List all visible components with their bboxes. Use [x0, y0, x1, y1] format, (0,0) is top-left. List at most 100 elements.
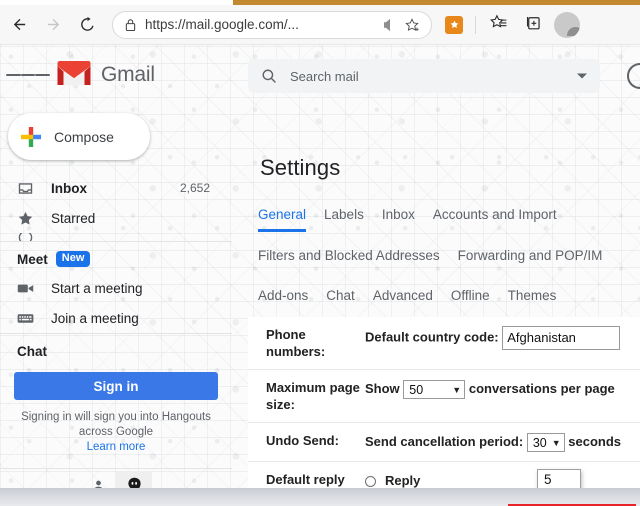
gmail-brand-text: Gmail: [101, 63, 155, 86]
chat-section: Chat Sign in Signing in will sign you in…: [0, 337, 232, 455]
conversations-per-page-label: conversations per page: [468, 381, 615, 396]
sidebar-item-label: Starred: [51, 210, 96, 226]
undo-send-label: Undo Send:: [266, 433, 339, 448]
tab-offline[interactable]: Offline: [451, 284, 490, 313]
settings-tabs: General Labels Inbox Accounts and Import…: [258, 203, 640, 313]
setting-row-phone-numbers: Phone numbers: Default country code: Afg…: [248, 317, 640, 370]
favorite-star-icon[interactable]: [401, 17, 423, 33]
url-text: https://mail.google.com/...: [145, 17, 299, 32]
maximum-page-size-body: Show 50 ▼ conversations per page: [365, 379, 640, 400]
settings-panel: Settings General Labels Inbox Accounts a…: [248, 105, 640, 506]
star-icon: [17, 210, 51, 227]
plus-icon: [8, 126, 54, 148]
radio-reply[interactable]: [365, 475, 376, 487]
tab-inbox[interactable]: Inbox: [382, 203, 415, 232]
back-arrow-icon: [11, 16, 28, 33]
left-sidebar: Compose Inbox 2,652 Starred Meet New Sta…: [0, 105, 232, 506]
gmail-logo[interactable]: Gmail: [54, 58, 155, 93]
sidebar-item-label: Join a meeting: [51, 310, 139, 326]
chat-learn-more-link[interactable]: Learn more: [87, 441, 146, 453]
gmail-logo-icon: [54, 58, 94, 93]
reload-icon: [79, 16, 96, 33]
search-input[interactable]: Search mail: [290, 69, 564, 84]
chevron-down-icon[interactable]: [564, 70, 600, 82]
gmail-page: Gmail Search mail Compose Inbox 2,652 St…: [0, 45, 640, 506]
sidebar-item-join-a-meeting[interactable]: Join a meeting: [0, 303, 232, 333]
signin-note-line1: Signing in will sign you into Hangouts: [21, 411, 211, 423]
setting-row-maximum-page-size: Maximum page size: Show 50 ▼ conversatio…: [248, 370, 640, 423]
tab-themes[interactable]: Themes: [508, 284, 557, 313]
compose-label: Compose: [54, 128, 114, 145]
sidebar-item-label: Start a meeting: [51, 280, 143, 296]
seconds-label: seconds: [568, 434, 622, 449]
show-prefix-label: Show: [365, 381, 400, 396]
inbox-icon: [17, 180, 51, 197]
page-title: Settings: [260, 155, 341, 180]
compose-button[interactable]: Compose: [8, 113, 150, 160]
settings-tab-row-2: Filters and Blocked Addresses Forwarding…: [258, 244, 640, 273]
sidebar-item-start-a-meeting[interactable]: Start a meeting: [0, 273, 232, 303]
tab-labels[interactable]: Labels: [324, 203, 364, 232]
favorites-list-icon: [489, 13, 508, 37]
video-camera-icon: [17, 282, 51, 295]
sidebar-item-inbox[interactable]: Inbox 2,652: [0, 173, 232, 203]
favorites-button[interactable]: [485, 12, 511, 38]
sidebar-item-starred[interactable]: Starred: [0, 203, 232, 233]
settings-tab-row-3: Add-ons Chat Advanced Offline Themes: [258, 284, 640, 313]
meet-title: Meet: [17, 251, 48, 267]
sidebar-divider-2: [0, 333, 232, 334]
signin-note-line2: across Google: [78, 426, 154, 438]
mailbox-nav-list: Inbox 2,652 Starred: [0, 173, 232, 242]
send-cancellation-period-value: 30: [532, 435, 547, 450]
sidebar-divider-1: [0, 241, 232, 242]
toolbar-divider: [475, 15, 476, 34]
dropdown-option-5[interactable]: 5: [538, 470, 580, 490]
tab-accounts-and-import[interactable]: Accounts and Import: [433, 203, 557, 232]
collections-icon: [524, 13, 543, 37]
tab-chat[interactable]: Chat: [326, 284, 355, 313]
settings-tab-row-1: General Labels Inbox Accounts and Import: [258, 203, 640, 234]
maximum-page-size-label: Maximum page size:: [266, 380, 360, 412]
back-button[interactable]: [4, 10, 34, 40]
chat-sign-in-button[interactable]: Sign in: [14, 372, 218, 400]
default-country-code-label: Default country code:: [365, 329, 499, 345]
send-cancellation-period-select[interactable]: 30 ▼: [526, 433, 565, 453]
browser-toolbar: https://mail.google.com/...: [0, 5, 640, 45]
meet-section: Meet New Start a meeting Join a meeting: [0, 245, 232, 333]
chevron-down-icon: ▼: [452, 384, 462, 395]
forward-button[interactable]: [38, 10, 68, 40]
extension-star-icon: [445, 15, 463, 34]
chat-header: Chat: [0, 337, 232, 365]
page-size-select[interactable]: 50 ▼: [403, 380, 466, 400]
hamburger-menu-icon: [6, 74, 21, 76]
phone-numbers-body: Default country code: Afghanistan: [365, 326, 640, 350]
tab-advanced[interactable]: Advanced: [373, 284, 433, 313]
search-icon: [248, 67, 290, 85]
read-aloud-icon[interactable]: [379, 17, 401, 33]
tab-filters-and-blocked-addresses[interactable]: Filters and Blocked Addresses: [258, 244, 440, 273]
keyboard-icon: [17, 312, 51, 325]
inbox-unread-count: 2,652: [179, 181, 210, 195]
new-badge: New: [55, 251, 91, 267]
main-menu-button[interactable]: [6, 53, 51, 97]
phone-numbers-label: Phone numbers:: [266, 327, 326, 359]
tab-forwarding-and-pop-imap[interactable]: Forwarding and POP/IM: [458, 244, 603, 273]
profile-button[interactable]: [554, 11, 580, 38]
page-size-value: 50: [409, 382, 424, 397]
tab-general[interactable]: General: [258, 203, 307, 232]
address-bar[interactable]: https://mail.google.com/...: [112, 10, 432, 39]
default-country-code-select[interactable]: Afghanistan: [502, 326, 621, 350]
search-mail-box[interactable]: Search mail: [248, 59, 600, 93]
sidebar-item-label: Inbox: [51, 180, 87, 196]
chat-signin-note: Signing in will sign you into Hangouts a…: [0, 410, 232, 455]
chevron-down-icon: ▼: [551, 437, 561, 448]
settings-form: Phone numbers: Default country code: Afg…: [248, 317, 640, 506]
extension-button[interactable]: [441, 12, 467, 38]
sign-in-label: Sign in: [93, 378, 139, 394]
lock-icon: [121, 18, 139, 32]
tab-add-ons[interactable]: Add-ons: [258, 284, 308, 313]
setting-row-undo-send: Undo Send: Send cancellation period: 30 …: [248, 423, 640, 463]
forward-arrow-icon: [45, 16, 62, 33]
collections-button[interactable]: [520, 12, 546, 38]
reload-button[interactable]: [72, 10, 102, 40]
